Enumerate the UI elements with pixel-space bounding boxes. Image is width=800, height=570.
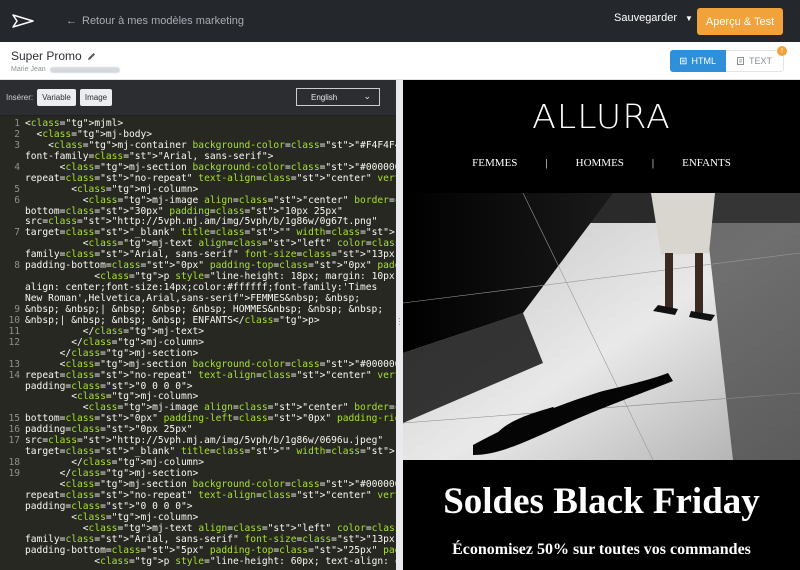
line-number-gutter: 1 2 3 4 5 6 7 8 9 10 11 12 13 14 15 16 17 18 19 (0, 118, 20, 568)
chevron-down-icon: ⌄ (363, 91, 371, 101)
tab-text[interactable]: TEXT ! (726, 46, 787, 72)
tab-html[interactable]: HTML (670, 50, 726, 72)
document-bar: Super Promo Marie Jean HTML TEXT ! (0, 42, 800, 80)
line-number: 14 (8, 369, 20, 381)
nav-separator: | (651, 157, 655, 169)
language-select[interactable]: English ⌄ (296, 88, 380, 106)
nav-hommes: HOMMES (575, 157, 624, 169)
line-number (0, 546, 20, 557)
save-dropdown[interactable]: Sauvegarder ▼ (614, 12, 693, 24)
line-number (0, 272, 20, 283)
line-number: 4 (14, 161, 20, 173)
editor-toolbar: Insérer: Variable Image English ⌄ (0, 80, 396, 116)
top-bar: ← Retour à mes modèles marketing Sauvega… (0, 0, 800, 42)
code-editor[interactable]: 1 2 3 4 5 6 7 8 9 10 11 12 13 14 15 16 17 18 19 <class="tg… (0, 116, 396, 570)
preview-test-button[interactable]: Aperçu & Test (697, 8, 783, 35)
line-number: 5 (14, 183, 20, 195)
preview-nav: FEMMES | HOMMES | ENFANTS (403, 157, 800, 169)
code-line: padding-bottom=class="st">"5px" padding-… (25, 544, 396, 556)
line-number (0, 491, 20, 502)
line-number: 19 (8, 468, 20, 479)
brand-logo: ALLURA (532, 97, 671, 136)
line-number (0, 557, 20, 568)
paper-plane-icon (12, 14, 34, 28)
insert-image-button[interactable]: Image (79, 89, 113, 106)
line-number (0, 524, 20, 535)
preview-subline: Économisez 50% sur toutes vos commandes (452, 541, 751, 558)
app-logo[interactable] (0, 0, 46, 42)
line-number (0, 513, 20, 524)
line-number (0, 382, 20, 393)
line-number: 7 (14, 227, 20, 239)
back-link[interactable]: ← Retour à mes modèles marketing (66, 15, 244, 27)
insert-label: Insérer: (6, 93, 34, 102)
arrow-left-icon: ← (66, 15, 77, 27)
document-author: Marie Jean (11, 66, 120, 73)
line-number: 12 (8, 336, 20, 348)
nav-separator: | (545, 157, 548, 169)
code-line: <class="tg">p style="line-height: 60px; … (25, 555, 396, 567)
warning-badge: ! (777, 46, 787, 56)
line-number: 3 (14, 139, 20, 151)
pane-splitter[interactable]: · · · (396, 80, 403, 570)
preview-headline: Soldes Black Friday (443, 481, 760, 522)
html-icon (680, 57, 687, 65)
email-preview: ALLURA FEMMES | HOMMES | ENFANTS Soldes … (403, 80, 800, 570)
code-lines: <class="tg">mjml> <class="tg">mj-body> <… (25, 118, 396, 567)
line-number: 13 (8, 358, 20, 370)
line-number: 6 (14, 194, 20, 206)
line-number (0, 174, 20, 185)
line-number (0, 239, 20, 250)
nav-enfants: ENFANTS (682, 157, 731, 169)
back-link-label: Retour à mes modèles marketing (82, 15, 245, 27)
tab-html-label: HTML (691, 56, 717, 66)
caret-down-icon: ▼ (685, 13, 693, 23)
view-tabs: HTML TEXT ! (670, 46, 787, 72)
language-value: English (311, 92, 338, 102)
line-number: 17 (8, 435, 20, 447)
drag-handle-icon: · · · (398, 314, 401, 329)
line-number (0, 207, 20, 218)
line-number (0, 535, 20, 546)
line-number (0, 283, 20, 294)
pencil-icon[interactable] (87, 52, 96, 61)
line-number (0, 502, 20, 513)
line-number (0, 480, 20, 491)
redacted-email (49, 66, 120, 73)
document-title-text: Super Promo (11, 49, 82, 63)
line-number: 8 (14, 260, 20, 272)
hero-image (403, 193, 800, 460)
document-title[interactable]: Super Promo (11, 49, 96, 63)
insert-variable-button[interactable]: Variable (37, 89, 76, 106)
tab-text-label: TEXT (748, 56, 772, 66)
nav-femmes: FEMMES (472, 157, 518, 169)
line-number (0, 392, 20, 403)
author-name: Marie Jean (11, 66, 46, 73)
line-number (0, 349, 20, 360)
document-icon (736, 57, 744, 65)
save-label: Sauvegarder (614, 12, 677, 24)
